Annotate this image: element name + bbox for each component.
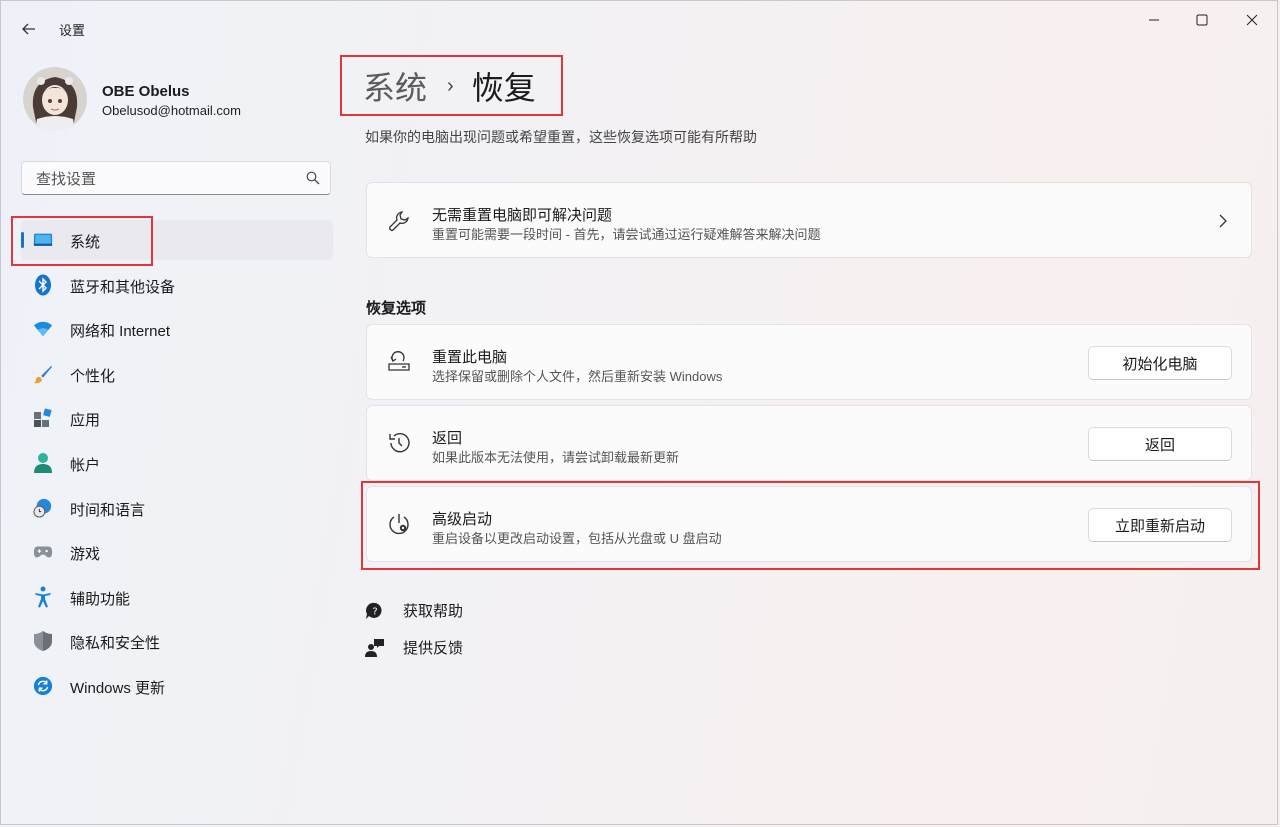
breadcrumb-parent[interactable]: 系统 [363,63,427,109]
app-title: 设置 [59,23,86,38]
gamepad-icon [33,542,53,562]
link-label: 提供反馈 [403,640,464,657]
breadcrumb-separator: › [447,74,454,97]
page-description: 如果你的电脑出现问题或希望重置，这些恢复选项可能有所帮助 [365,129,757,145]
bluetooth-icon [33,274,53,296]
troubleshoot-card[interactable]: 无需重置电脑即可解决问题 重置可能需要一段时间 - 首先，请尝试通过运行疑难解答… [366,182,1252,258]
accessibility-icon [33,586,53,608]
sidebar-item-bluetooth[interactable]: 蓝牙和其他设备 [21,265,333,305]
card-title: 无需重置电脑即可解决问题 [432,207,613,224]
sidebar-nav: 系统 蓝牙和其他设备 网络和 Internet 个性化 应用 帐户 时间和语言 … [21,220,333,711]
give-feedback-link[interactable]: 提供反馈 [365,637,463,658]
history-icon [387,431,411,455]
profile-name: OBE Obelus [102,83,190,100]
settings-window: 设置 OBE Obelus Obelusod@hotmail.com 查找设置 … [0,0,1278,825]
sidebar-item-label: Windows 更新 [70,679,166,697]
sidebar-item-label: 隐私和安全性 [70,635,161,653]
card-subtitle: 重启设备以更改启动设置，包括从光盘或 U 盘启动 [432,531,722,546]
system-display-icon [33,230,53,250]
card-title: 重置此电脑 [432,349,508,366]
wifi-icon [33,319,53,339]
page-title: 恢复 [471,70,536,106]
link-label: 获取帮助 [403,603,464,620]
minimize-icon[interactable] [1131,7,1177,33]
sidebar-item-windows-update[interactable]: Windows 更新 [21,666,333,706]
sidebar-item-network[interactable]: 网络和 Internet [21,309,333,349]
time-language-icon [33,498,53,518]
sidebar-item-label: 辅助功能 [70,590,131,608]
close-icon[interactable] [1229,7,1275,33]
chevron-right-icon [1217,213,1229,229]
sidebar-item-label: 网络和 Internet [70,323,171,341]
avatar[interactable] [23,67,87,131]
advanced-startup-icon [387,512,411,536]
card-subtitle: 重置可能需要一段时间 - 首先，请尝试通过运行疑难解答来解决问题 [432,227,821,242]
brush-icon [33,364,53,384]
apps-icon [33,408,53,428]
wrench-icon [387,209,411,233]
selection-indicator [21,232,24,248]
breadcrumb: 系统 › 恢复 [363,63,536,109]
title-bar: 设置 [1,1,1279,41]
sidebar-item-label: 系统 [70,234,101,251]
search-box[interactable] [21,161,331,196]
go-back-card: 返回 如果此版本无法使用，请尝试卸载最新更新 返回 [366,405,1252,481]
restart-now-button[interactable]: 立即重新启动 [1088,508,1232,542]
sidebar-item-time-language[interactable]: 时间和语言 [21,488,333,528]
sidebar-item-accessibility[interactable]: 辅助功能 [21,577,333,617]
sidebar-item-accounts[interactable]: 帐户 [21,443,333,483]
sidebar-item-label: 个性化 [70,367,116,385]
go-back-button[interactable]: 返回 [1088,427,1232,461]
feedback-icon [365,638,385,658]
sidebar-item-gaming[interactable]: 游戏 [21,532,333,572]
sidebar-item-personalization[interactable]: 个性化 [21,354,333,394]
sidebar-item-label: 游戏 [70,546,101,564]
windows-update-icon [33,676,53,696]
card-title: 高级启动 [432,511,493,528]
sidebar-item-label: 蓝牙和其他设备 [70,278,176,296]
account-icon [33,452,53,473]
advanced-startup-card: 高级启动 重启设备以更改启动设置，包括从光盘或 U 盘启动 立即重新启动 [366,486,1252,562]
search-input[interactable] [34,162,298,196]
card-title: 返回 [432,430,463,447]
sidebar-item-apps[interactable]: 应用 [21,398,333,438]
card-subtitle: 如果此版本无法使用，请尝试卸载最新更新 [432,450,680,465]
maximize-icon[interactable] [1179,7,1225,33]
back-arrow-icon[interactable] [15,15,43,43]
reset-pc-button[interactable]: 初始化电脑 [1088,346,1232,380]
sidebar-item-system[interactable]: 系统 [21,220,333,260]
sidebar-item-label: 帐户 [70,456,101,474]
sidebar-item-label: 时间和语言 [70,501,146,519]
card-subtitle: 选择保留或删除个人文件，然后重新安装 Windows [432,369,723,384]
get-help-link[interactable]: ? 获取帮助 [365,600,463,621]
svg-text:?: ? [372,606,377,617]
reset-pc-icon [387,350,411,374]
section-title: 恢复选项 [366,300,427,317]
sidebar-item-label: 应用 [70,412,101,430]
search-icon[interactable] [306,171,320,185]
help-chat-icon: ? [365,601,385,621]
sidebar-item-privacy[interactable]: 隐私和安全性 [21,621,333,661]
profile-email: Obelusod@hotmail.com [102,103,241,118]
shield-icon [33,631,53,652]
reset-pc-card: 重置此电脑 选择保留或删除个人文件，然后重新安装 Windows 初始化电脑 [366,324,1252,400]
